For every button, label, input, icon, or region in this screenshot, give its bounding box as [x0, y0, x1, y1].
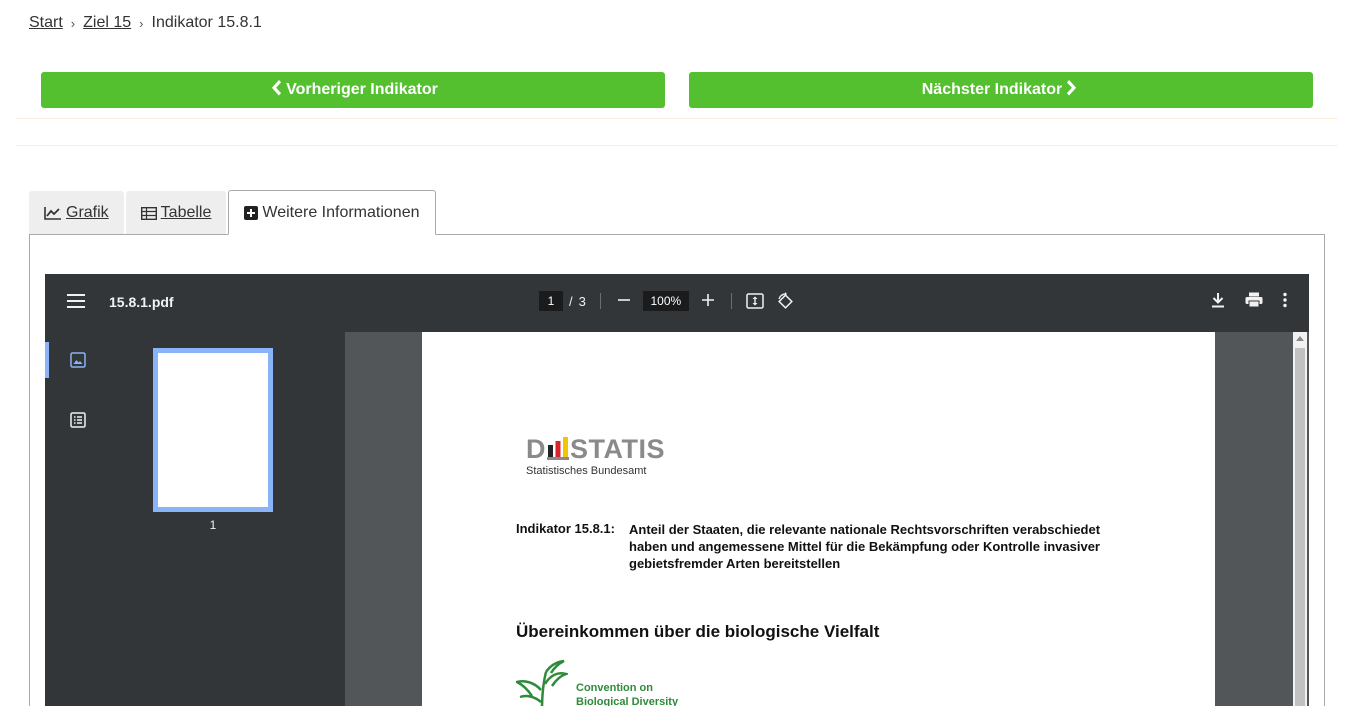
tab-bar: Grafik Tabelle Weitere Informationen — [29, 190, 438, 235]
breadcrumb-separator: › — [139, 15, 144, 31]
pdf-page-controls: 1 / 3 100% — [539, 291, 794, 311]
tab-grafik-label: Grafik — [66, 204, 109, 221]
tab-tabelle-label: Tabelle — [160, 204, 212, 221]
menu-icon[interactable] — [67, 294, 85, 310]
next-indicator-button[interactable]: Nächster Indikator — [689, 72, 1313, 108]
rotate-icon[interactable] — [776, 292, 794, 310]
pdf-actions — [1191, 292, 1287, 308]
pdf-filename: 15.8.1.pdf — [109, 294, 174, 310]
more-options-icon[interactable] — [1283, 292, 1287, 308]
indicator-description: Anteil der Staaten, die relevante nation… — [629, 522, 1101, 571]
breadcrumb-link-ziel[interactable]: Ziel 15 — [83, 14, 131, 32]
breadcrumb-separator: › — [70, 15, 76, 31]
scroll-thumb[interactable] — [1295, 348, 1305, 706]
cbd-leaf-icon — [513, 658, 571, 706]
chevron-left-icon — [272, 79, 282, 101]
breadcrumb: Start › Ziel 15 › Indikator 15.8.1 — [29, 14, 262, 32]
line-chart-icon — [44, 206, 62, 220]
page-number-input[interactable]: 1 — [539, 291, 563, 311]
breadcrumb-link-start[interactable]: Start — [29, 14, 63, 32]
zoom-input[interactable]: 100% — [642, 291, 689, 311]
previous-indicator-label: Vorheriger Indikator — [286, 81, 438, 98]
toolbar-divider — [599, 293, 601, 309]
thumbnails-icon[interactable] — [70, 352, 86, 373]
page-separator: / — [569, 293, 573, 309]
logo-subtitle: Statistisches Bundesamt — [526, 465, 647, 477]
destatis-logo: D STATIS Statistisches Bundesamt — [526, 436, 665, 478]
divider — [16, 145, 1338, 146]
page-thumbnail[interactable] — [153, 348, 273, 512]
cbd-line: Convention on — [576, 682, 653, 694]
tab-weitere-informationen[interactable]: Weitere Informationen — [228, 190, 436, 235]
indicator-label: Indikator 15.8.1: — [516, 521, 615, 536]
outline-icon[interactable] — [70, 412, 86, 433]
pdf-viewer: 15.8.1.pdf 1 / 3 100% 1 D STATIS Statist… — [45, 274, 1309, 706]
thumbnail-page-number: 1 — [209, 518, 217, 532]
pdf-page: D STATIS Statistisches Bundesamt Indikat… — [422, 332, 1215, 706]
cbd-line: Biological Diversity — [576, 696, 679, 706]
destatis-bars-icon — [547, 437, 569, 460]
scrollbar[interactable] — [1293, 332, 1307, 706]
print-icon[interactable] — [1245, 292, 1263, 308]
breadcrumb-current: Indikator 15.8.1 — [151, 14, 262, 31]
divider — [16, 118, 1338, 119]
download-icon[interactable] — [1211, 292, 1225, 308]
page-total: 3 — [578, 293, 586, 309]
tab-tabelle[interactable]: Tabelle — [125, 191, 227, 235]
logo-letter: D — [526, 434, 546, 464]
pdf-sidebar: 1 — [45, 332, 345, 706]
next-indicator-label: Nächster Indikator — [921, 81, 1063, 98]
scroll-up-arrow-icon[interactable] — [1296, 336, 1304, 341]
tab-weitere-informationen-label: Weitere Informationen — [262, 203, 420, 221]
sidebar-active-indicator — [45, 342, 49, 378]
cbd-logo-text: Convention on Biological Diversity — [576, 681, 678, 706]
previous-indicator-button[interactable]: Vorheriger Indikator — [41, 72, 665, 108]
toolbar-divider — [730, 293, 732, 309]
plus-square-icon — [244, 205, 259, 220]
zoom-out-button[interactable] — [615, 291, 633, 311]
chevron-right-icon — [1066, 79, 1077, 101]
tab-grafik[interactable]: Grafik — [29, 191, 124, 235]
destatis-logo-word: D STATIS — [526, 436, 665, 463]
pdf-toolbar: 15.8.1.pdf 1 / 3 100% — [45, 274, 1309, 332]
fit-page-icon[interactable] — [746, 292, 764, 310]
zoom-in-button[interactable] — [699, 291, 717, 311]
section-title: Übereinkommen über die biologische Vielf… — [516, 622, 880, 641]
logo-word-rest: STATIS — [570, 434, 665, 464]
table-icon — [140, 206, 157, 220]
